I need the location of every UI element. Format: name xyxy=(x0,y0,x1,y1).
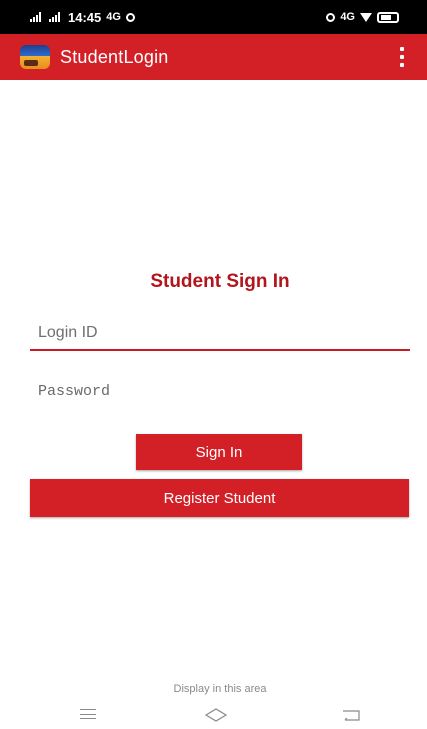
status-left: 14:45 4G xyxy=(30,10,135,25)
password-input[interactable] xyxy=(30,374,410,408)
system-nav-bar xyxy=(0,700,427,729)
home-icon[interactable] xyxy=(204,708,228,722)
menu-icon[interactable] xyxy=(80,709,96,719)
notification-icon xyxy=(125,12,135,22)
register-student-button[interactable]: Register Student xyxy=(30,479,409,517)
login-id-input[interactable] xyxy=(30,317,410,351)
network-type-right: 4G xyxy=(340,11,355,23)
overflow-menu-icon[interactable] xyxy=(399,47,405,67)
status-right: 4G xyxy=(326,11,399,23)
signal-icon-2 xyxy=(49,12,63,22)
signal-icon xyxy=(30,12,44,22)
page-title: Student Sign In xyxy=(150,271,290,292)
app-bar: StudentLogin xyxy=(0,34,427,80)
network-type-left: 4G xyxy=(106,11,121,23)
back-icon[interactable] xyxy=(341,708,361,722)
sign-in-button[interactable]: Sign In xyxy=(136,434,302,470)
status-time: 14:45 xyxy=(68,9,102,25)
app-logo-icon xyxy=(20,45,50,69)
battery-icon xyxy=(377,11,399,23)
status-bar: 14:45 4G 4G xyxy=(0,0,427,34)
app-title: StudentLogin xyxy=(60,46,169,67)
alarm-icon xyxy=(326,12,336,22)
ad-placeholder-text: Display in this area xyxy=(173,683,267,695)
wifi-icon xyxy=(360,12,372,22)
